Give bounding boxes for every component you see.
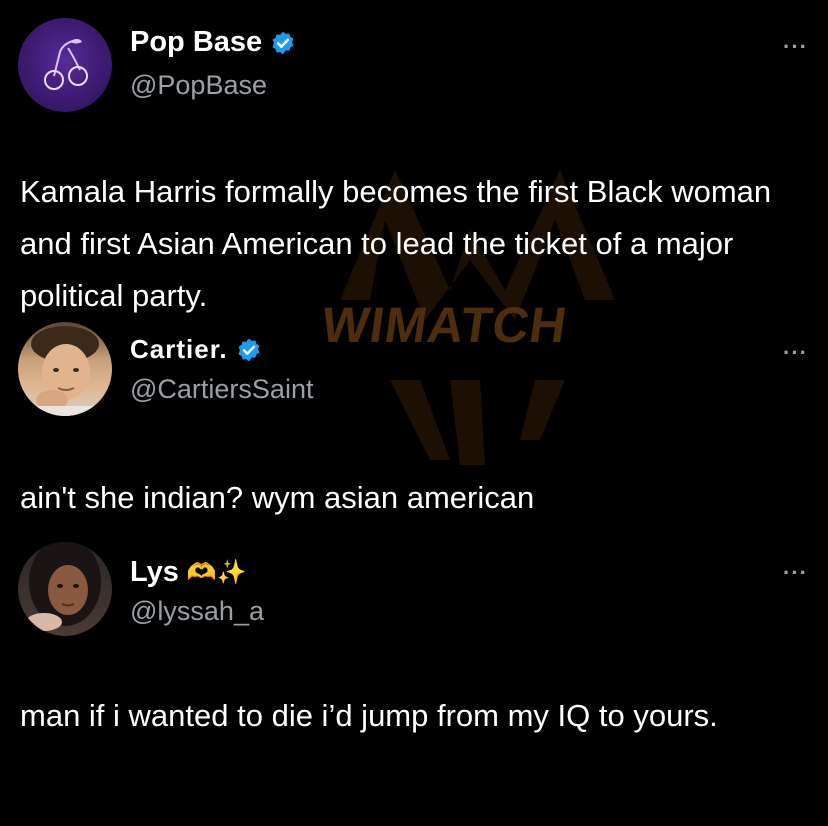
tweet-text: Kamala Harris formally becomes the first… [20, 174, 772, 313]
display-name[interactable]: Lys [130, 556, 179, 589]
verified-badge-icon [238, 338, 260, 361]
profile-photo [18, 326, 112, 416]
more-options-icon[interactable]: ··· [783, 34, 808, 60]
avatar[interactable] [18, 322, 112, 416]
handle[interactable]: @PopBase [130, 70, 267, 101]
avatar[interactable] [18, 18, 112, 112]
display-name[interactable]: Cartier. [130, 334, 228, 365]
display-name[interactable]: Pop Base [130, 26, 262, 59]
profile-photo [26, 542, 101, 631]
tweet-text: man if i wanted to die i’d jump from my … [20, 698, 718, 733]
handle[interactable]: @CartiersSaint [130, 374, 313, 405]
heart-hands-sparkles-icon: 🫶✨ [186, 558, 247, 586]
verified-badge-icon [272, 31, 294, 54]
handle[interactable]: @lyssah_a [130, 596, 264, 627]
avatar[interactable] [18, 542, 112, 636]
cherry-icon [44, 39, 88, 90]
more-options-icon[interactable]: ··· [783, 340, 808, 366]
tweet-text: ain't she indian? wym asian american [20, 480, 535, 515]
more-options-icon[interactable]: ··· [783, 560, 808, 586]
